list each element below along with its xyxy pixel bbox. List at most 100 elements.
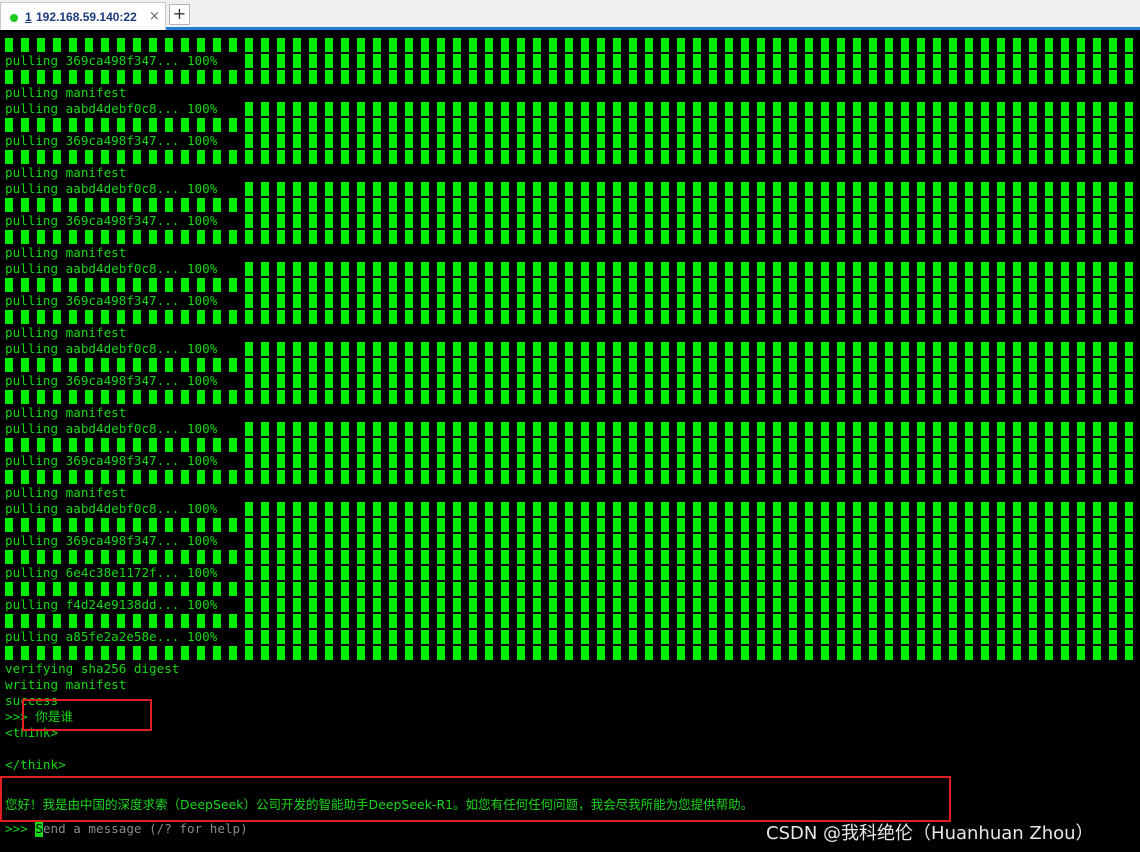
pull-line-text: pulling aabd4debf0c8... 100% — [5, 421, 218, 436]
progress-bar — [245, 102, 1140, 116]
progress-bar — [245, 134, 1140, 148]
progress-blocks — [5, 278, 1140, 292]
terminal-output[interactable]: pulling 369ca498f347... 100% pulling mani… — [5, 37, 1140, 852]
pull-line-text: pulling 369ca498f347... 100% — [5, 293, 218, 308]
progress-blocks-line — [5, 149, 1140, 165]
pull-line-text: pulling aabd4debf0c8... 100% — [5, 181, 218, 196]
input-prompt[interactable]: >>> Send a message (/? for help) — [5, 821, 248, 837]
pull-line-text: pulling 369ca498f347... 100% — [5, 133, 218, 148]
progress-bar — [245, 566, 1140, 580]
progress-blocks-line — [5, 357, 1140, 373]
pull-layer-line: pulling 369ca498f347... 100% — [5, 53, 1140, 69]
progress-bar — [245, 598, 1140, 612]
progress-blocks — [5, 614, 1140, 628]
progress-blocks — [5, 470, 1140, 484]
progress-bar — [245, 502, 1140, 516]
pull-layer-line: pulling aabd4debf0c8... 100% — [5, 181, 1140, 197]
progress-blocks — [5, 518, 1140, 532]
pull-manifest-line: pulling manifest — [5, 325, 1140, 341]
progress-blocks-line — [5, 581, 1140, 597]
pull-layer-line: pulling aabd4debf0c8... 100% — [5, 101, 1140, 117]
verifying-line-text: verifying sha256 digest — [5, 661, 180, 676]
watermark: CSDN @我科绝伦（Huanhuan Zhou） — [766, 823, 1094, 844]
progress-blocks-line — [5, 645, 1140, 661]
user-query-text: >>> 你是谁 — [5, 709, 73, 725]
progress-bar — [245, 454, 1140, 468]
progress-blocks — [5, 310, 1140, 324]
progress-bar — [245, 342, 1140, 356]
pull-line-text: pulling 369ca498f347... 100% — [5, 533, 218, 548]
progress-bar — [245, 182, 1140, 196]
progress-blocks — [5, 358, 1140, 372]
pull-manifest-line: pulling manifest — [5, 405, 1140, 421]
progress-bar — [245, 54, 1140, 68]
progress-blocks — [5, 230, 1140, 244]
model-answer-line: 您好！我是由中国的深度求索（DeepSeek）公司开发的智能助手DeepSeek… — [5, 797, 1140, 813]
pull-layer-line: pulling 369ca498f347... 100% — [5, 213, 1140, 229]
progress-bar — [245, 374, 1140, 388]
success-line-text: success — [5, 693, 59, 708]
pull-layer-line: pulling aabd4debf0c8... 100% — [5, 421, 1140, 437]
pull-layer-line: pulling 369ca498f347... 100% — [5, 373, 1140, 389]
pull-layer-line: pulling 369ca498f347... 100% — [5, 293, 1140, 309]
session-tab[interactable]: 1 192.168.59.140:22 × — [0, 2, 166, 30]
progress-blocks — [5, 38, 1140, 52]
pull-layer-line: pulling 369ca498f347... 100% — [5, 533, 1140, 549]
progress-blocks — [5, 118, 1140, 132]
pull-line-text: pulling 369ca498f347... 100% — [5, 213, 218, 228]
pull-line-text: pulling 369ca498f347... 100% — [5, 53, 218, 68]
progress-blocks-line — [5, 277, 1140, 293]
session-tab-index: 1 — [25, 10, 32, 24]
pull-line-text: pulling manifest — [5, 165, 127, 180]
close-tab-icon[interactable]: × — [149, 9, 160, 24]
progress-bar — [245, 630, 1140, 644]
progress-bar — [245, 214, 1140, 228]
pull-layer-line: pulling aabd4debf0c8... 100% — [5, 261, 1140, 277]
progress-blocks — [5, 70, 1140, 84]
pull-line-text: pulling a85fe2a2e58e... 100% — [5, 629, 218, 644]
text-cursor: S — [35, 821, 43, 837]
prompt-symbol: >>> — [5, 821, 28, 836]
success-line: success — [5, 693, 1140, 709]
progress-blocks — [5, 390, 1140, 404]
pull-layer-line: pulling 6e4c38e1172f... 100% — [5, 565, 1140, 581]
pull-manifest-line: pulling manifest — [5, 245, 1140, 261]
pull-line-text: pulling 6e4c38e1172f... 100% — [5, 565, 218, 580]
pull-line-text: pulling aabd4debf0c8... 100% — [5, 501, 218, 516]
progress-blocks — [5, 198, 1140, 212]
pull-line-text: pulling aabd4debf0c8... 100% — [5, 261, 218, 276]
new-tab-button[interactable]: + — [169, 4, 190, 25]
progress-blocks-line — [5, 469, 1140, 485]
pull-layer-line: pulling aabd4debf0c8... 100% — [5, 341, 1140, 357]
think-open-line: <think> — [5, 725, 1140, 741]
pull-layer-line: pulling aabd4debf0c8... 100% — [5, 501, 1140, 517]
think-close-line-text: </think> — [5, 757, 66, 772]
pull-line-text: pulling manifest — [5, 85, 127, 100]
user-query-line: >>> 你是谁 — [5, 709, 1140, 725]
progress-blocks — [5, 582, 1140, 596]
pull-line-text: pulling 369ca498f347... 100% — [5, 373, 218, 388]
progress-blocks — [5, 646, 1140, 660]
progress-blocks — [5, 150, 1140, 164]
progress-blocks-line — [5, 517, 1140, 533]
think-close-line: </think> — [5, 757, 1140, 773]
prompt-symbol: >>> — [5, 709, 28, 724]
pull-layer-line: pulling 369ca498f347... 100% — [5, 453, 1140, 469]
pull-layer-line: pulling 369ca498f347... 100% — [5, 133, 1140, 149]
user-query: 你是谁 — [35, 709, 74, 724]
progress-blocks-line — [5, 389, 1140, 405]
pull-manifest-line: pulling manifest — [5, 165, 1140, 181]
pull-line-text: pulling 369ca498f347... 100% — [5, 453, 218, 468]
pull-layer-line: pulling a85fe2a2e58e... 100% — [5, 629, 1140, 645]
tab-bar: 1 192.168.59.140:22 × + — [0, 0, 1140, 30]
progress-bar — [245, 422, 1140, 436]
pull-line-text: pulling aabd4debf0c8... 100% — [5, 341, 218, 356]
progress-blocks — [5, 550, 1140, 564]
pull-line-text: pulling f4d24e9138dd... 100% — [5, 597, 218, 612]
pull-layer-line: pulling f4d24e9138dd... 100% — [5, 597, 1140, 613]
writing-line: writing manifest — [5, 677, 1140, 693]
pull-line-text: pulling manifest — [5, 245, 127, 260]
pull-line-text: pulling manifest — [5, 325, 127, 340]
